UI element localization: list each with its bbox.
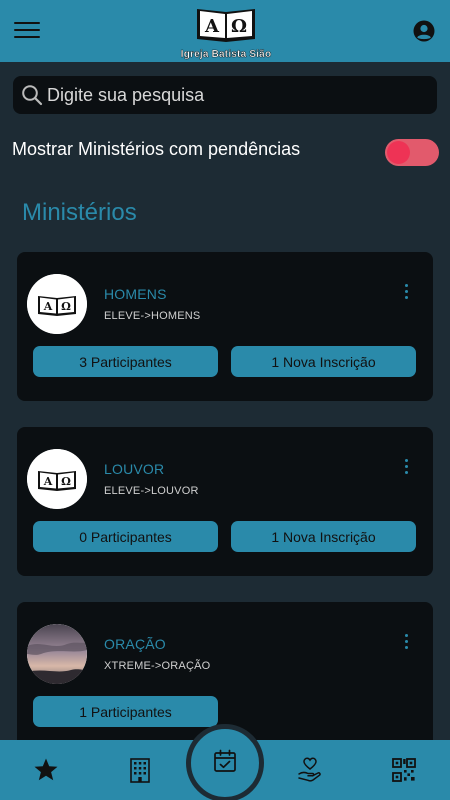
calendar-tab-button[interactable] — [186, 724, 264, 800]
church-name: Igreja Batista Sião — [180, 49, 272, 60]
hand-heart-icon[interactable] — [296, 756, 324, 784]
participants-button[interactable]: 1 Participantes — [33, 696, 218, 727]
pending-filter-toggle[interactable] — [385, 139, 439, 166]
ministry-card[interactable]: A Ω HOMENS ELEVE->HOMENS 3 Participantes… — [17, 252, 433, 401]
ministry-avatar — [27, 624, 87, 684]
church-logo-icon: A Ω — [27, 274, 87, 334]
svg-text:Ω: Ω — [61, 475, 71, 488]
toggle-knob — [387, 141, 410, 164]
ministry-path: XTREME->ORAÇÃO — [104, 660, 211, 672]
svg-text:A: A — [43, 475, 53, 488]
svg-text:A: A — [204, 16, 220, 37]
more-options-icon[interactable] — [400, 284, 412, 302]
ministry-avatar: A Ω — [27, 274, 87, 334]
participants-button[interactable]: 0 Participantes — [33, 521, 218, 552]
ministry-path: ELEVE->HOMENS — [104, 310, 201, 322]
ministry-avatar: A Ω — [27, 449, 87, 509]
app-header: A Ω Igreja Batista Sião — [0, 0, 450, 62]
new-registrations-button[interactable]: 1 Nova Inscrição — [231, 346, 416, 377]
ministry-name: HOMENS — [104, 286, 167, 302]
sky-photo-icon — [27, 624, 87, 684]
pending-filter-label: Mostrar Ministérios com pendências — [12, 139, 301, 159]
qr-code-icon[interactable] — [390, 756, 418, 784]
search-bar — [13, 76, 437, 114]
participants-button[interactable]: 3 Participantes — [33, 346, 218, 377]
church-logo: A Ω Igreja Batista Sião — [176, 3, 276, 60]
hamburger-menu-icon[interactable] — [14, 22, 40, 40]
open-book-logo-icon: A Ω — [197, 9, 255, 42]
calendar-check-icon — [214, 749, 236, 772]
ministry-card[interactable]: A Ω LOUVOR ELEVE->LOUVOR 0 Participantes… — [17, 427, 433, 576]
search-input[interactable] — [47, 81, 427, 109]
section-title: Ministérios — [22, 199, 137, 226]
ministry-name: LOUVOR — [104, 461, 165, 477]
svg-text:A: A — [43, 300, 53, 313]
ministry-name: ORAÇÃO — [104, 636, 166, 652]
svg-text:Ω: Ω — [61, 300, 71, 313]
church-logo-icon: A Ω — [27, 449, 87, 509]
star-icon[interactable] — [32, 756, 60, 784]
more-options-icon[interactable] — [400, 459, 412, 477]
more-options-icon[interactable] — [400, 634, 412, 652]
building-icon[interactable] — [126, 756, 154, 784]
ministry-path: ELEVE->LOUVOR — [104, 485, 199, 497]
svg-text:Ω: Ω — [231, 16, 247, 37]
search-icon — [22, 85, 43, 106]
new-registrations-button[interactable]: 1 Nova Inscrição — [231, 521, 416, 552]
account-circle-icon[interactable] — [413, 20, 435, 42]
